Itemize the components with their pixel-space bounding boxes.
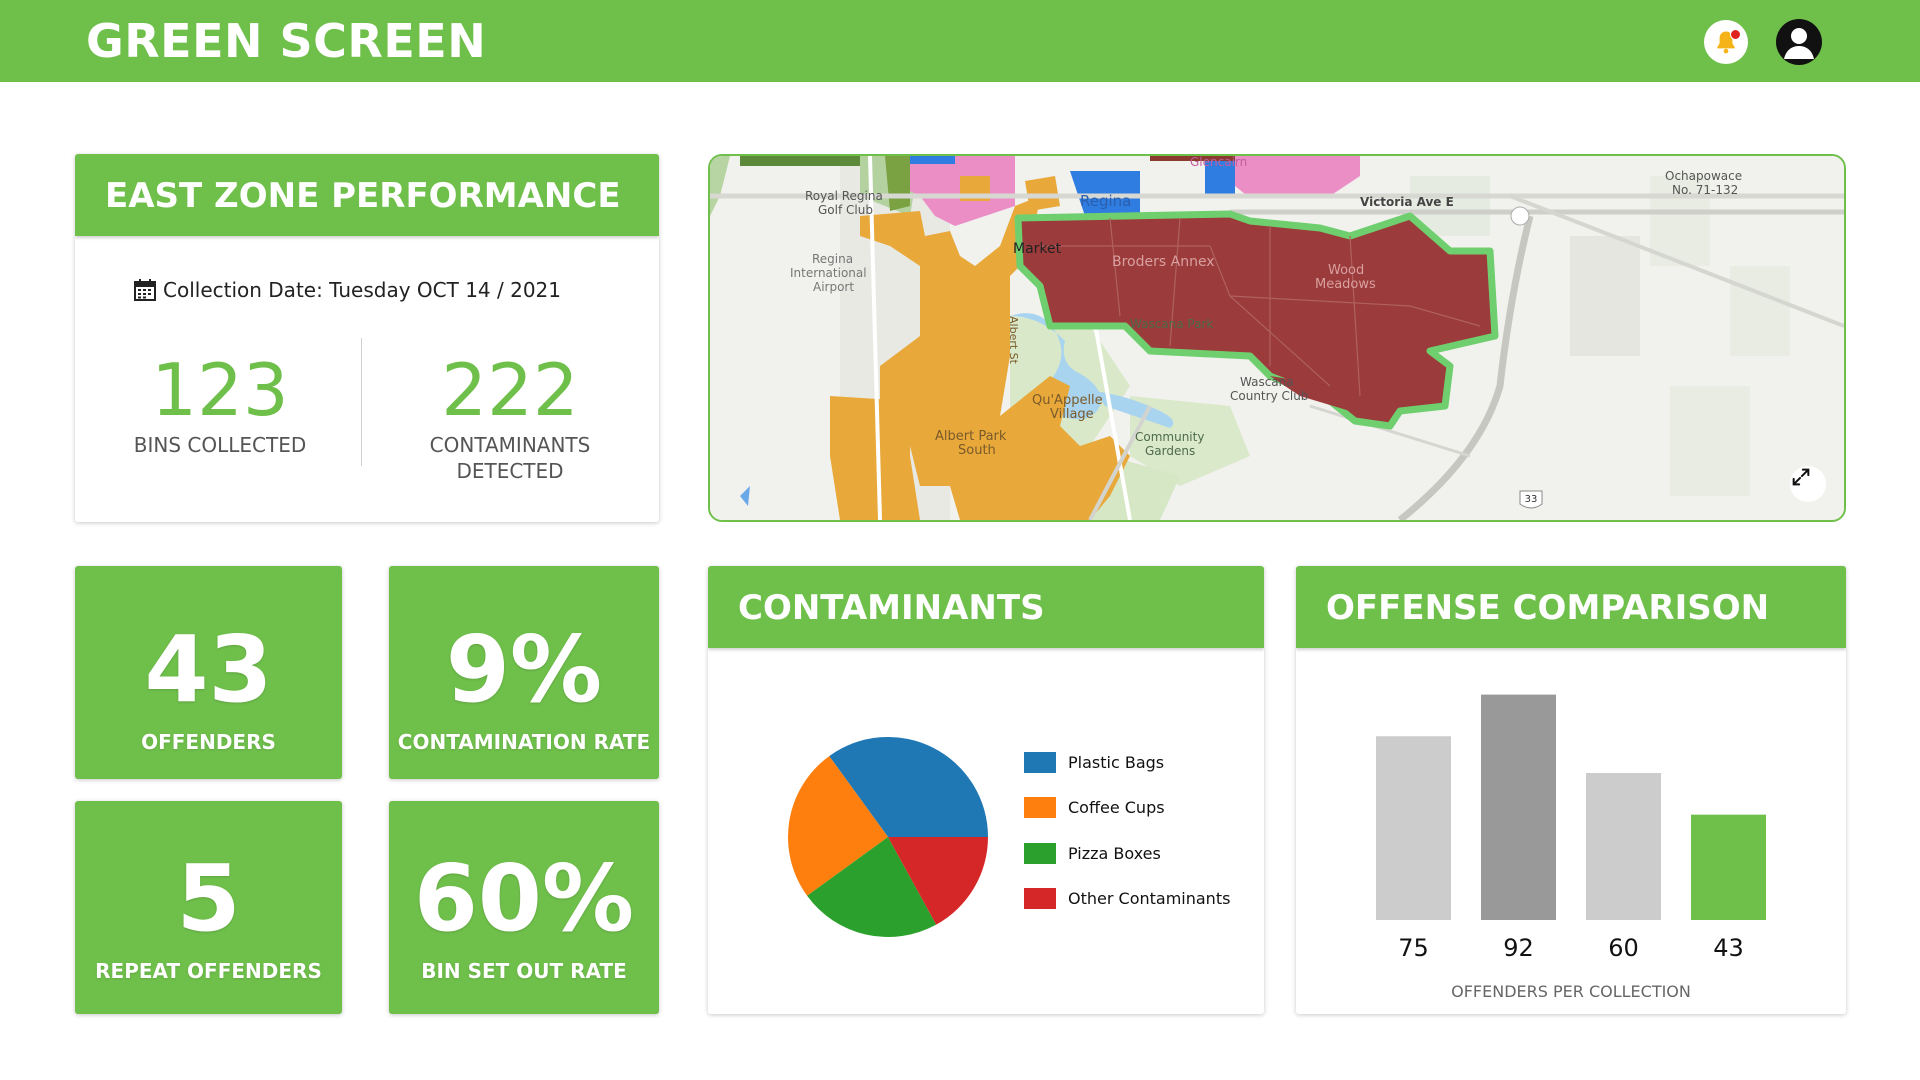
map-label-regina: Regina — [812, 252, 853, 266]
legend-label: Pizza Boxes — [1068, 843, 1161, 863]
calendar-icon — [134, 279, 156, 301]
collection-date-text: Collection Date: Tuesday OCT 14 / 2021 — [163, 278, 561, 302]
offense-comparison-title: OFFENSE COMPARISON — [1296, 566, 1846, 648]
legend-swatch — [1024, 842, 1056, 864]
legend-item: Pizza Boxes — [1024, 842, 1230, 864]
map-label-community: Community — [1135, 430, 1204, 444]
offense-comparison-card: OFFENSE COMPARISON 75 92 60 43 OFFENDERS PE… — [1296, 566, 1846, 1014]
map-label-royal-regina: Royal Regina — [805, 189, 883, 203]
legend-label: Coffee Cups — [1068, 798, 1165, 817]
bar-axis-title: OFFENDERS PER COLLECTION — [1451, 982, 1691, 1001]
notification-dot — [1730, 29, 1741, 40]
map-label-ochapowace-no: No. 71-132 — [1672, 183, 1738, 197]
app-title: GREEN SCREEN — [86, 14, 487, 68]
map-label-wascana: Wascana — [1240, 375, 1294, 389]
notifications-button[interactable] — [1704, 20, 1748, 64]
contaminants-label-line2: DETECTED — [456, 459, 564, 483]
highway-shield-33: 33 — [1519, 490, 1543, 509]
map-label-golf-club: Golf Club — [818, 203, 873, 217]
map-label-international: International — [790, 266, 867, 280]
bin-set-out-rate-value: 60% — [413, 845, 635, 952]
legend-swatch — [1024, 797, 1056, 818]
bar-label-3: 43 — [1713, 934, 1744, 962]
legend-item: Coffee Cups — [1024, 797, 1230, 819]
map-label-ochapowace: Ochapowace — [1665, 169, 1742, 183]
user-profile-button[interactable] — [1776, 19, 1822, 65]
bar-label-2: 60 — [1608, 934, 1639, 962]
repeat-offenders-label: REPEAT OFFENDERS — [95, 959, 322, 983]
offenders-tile: 43 OFFENDERS — [75, 566, 342, 779]
map-label-village: Village — [1050, 407, 1094, 422]
stat-divider — [361, 338, 362, 466]
legend-swatch — [1024, 888, 1056, 909]
bar-label-0: 75 — [1398, 934, 1429, 962]
east-zone-title: EAST ZONE PERFORMANCE — [75, 154, 659, 236]
map-label-victoria-ave: Victoria Ave E — [1360, 195, 1454, 209]
repeat-offenders-value: 5 — [176, 845, 241, 952]
contaminants-label-line1: CONTAMINANTS — [429, 433, 591, 457]
offenders-value: 43 — [144, 616, 273, 723]
offenders-label: OFFENDERS — [141, 730, 276, 754]
top-bar: GREEN SCREEN — [0, 0, 1920, 82]
repeat-offenders-tile: 5 REPEAT OFFENDERS — [75, 801, 342, 1014]
offense-bar-chart: 75 92 60 43 — [1376, 694, 1766, 962]
contaminants-pie-chart — [788, 737, 988, 937]
bar-0 — [1376, 736, 1451, 920]
east-zone-performance-card: EAST ZONE PERFORMANCE Collection Date: T… — [75, 154, 659, 522]
expand-icon — [1792, 468, 1810, 486]
map-label-quappelle: Qu'Appelle — [1032, 393, 1103, 408]
map-label-wascana-park: Wascana Park — [1130, 317, 1213, 331]
map-label-country-club: Country Club — [1230, 389, 1308, 403]
contaminants-detected-value: 222 — [441, 348, 579, 432]
bins-collected-label: BINS COLLECTED — [133, 433, 307, 457]
contaminants-legend: Plastic Bags Coffee Cups Pizza Boxes Other … — [1024, 751, 1230, 933]
bin-set-out-rate-tile: 60% BIN SET OUT RATE — [389, 801, 659, 1014]
legend-label: Plastic Bags — [1068, 752, 1165, 772]
bar-label-1: 92 — [1503, 934, 1534, 962]
map-label-airport: Airport — [813, 280, 854, 294]
bar-2 — [1586, 773, 1661, 920]
map-label-albert-park: Albert Park — [935, 429, 1007, 444]
map-label-glencairn: Glencairn — [1190, 156, 1247, 169]
legend-item: Other Contaminants — [1024, 888, 1230, 910]
zone-map[interactable]: 33 Glencairn Ochapowace No. 71-132 Royal… — [708, 154, 1846, 522]
legend-item: Plastic Bags — [1024, 751, 1230, 773]
contamination-rate-tile: 9% CONTAMINATION RATE — [389, 566, 659, 779]
map-label-south: South — [958, 443, 996, 458]
bar-1 — [1481, 694, 1556, 920]
legend-swatch — [1024, 751, 1056, 773]
map-label-regina-blue: Regina — [1080, 192, 1131, 210]
contaminants-title: CONTAMINANTS — [708, 566, 1264, 648]
bin-set-out-rate-label: BIN SET OUT RATE — [421, 959, 627, 983]
map-label-market: Market — [1013, 241, 1062, 257]
contaminants-card: CONTAMINANTS Plastic Bags Coffee Cups Pizz… — [708, 566, 1264, 1014]
map-expand-button[interactable] — [1790, 466, 1826, 502]
contaminants-detected-label: CONTAMINANTS DETECTED — [395, 432, 625, 484]
interchange-marker — [1510, 206, 1530, 226]
contamination-rate-value: 9% — [445, 616, 603, 723]
map-label-broders-annex: Broders Annex — [1112, 254, 1215, 270]
bins-collected-value: 123 — [151, 348, 289, 432]
map-label-wood: Wood — [1328, 263, 1364, 278]
user-avatar-icon — [1784, 28, 1814, 59]
map-label-albert-st: Albert St — [1007, 316, 1020, 365]
contamination-rate-label: CONTAMINATION RATE — [397, 730, 651, 754]
contaminants-detected-stat: 222 CONTAMINANTS DETECTED — [395, 354, 625, 484]
bar-3 — [1691, 814, 1766, 920]
collection-date: Collection Date: Tuesday OCT 14 / 2021 — [133, 278, 561, 302]
map-label-33: 33 — [1525, 494, 1538, 505]
legend-label: Other Contaminants — [1068, 889, 1231, 908]
map-label-meadows: Meadows — [1315, 277, 1376, 292]
map-canvas[interactable]: 33 Glencairn Ochapowace No. 71-132 Royal… — [710, 156, 1844, 520]
bins-collected-stat: 123 BINS COLLECTED — [115, 354, 325, 458]
map-label-gardens: Gardens — [1145, 444, 1195, 458]
